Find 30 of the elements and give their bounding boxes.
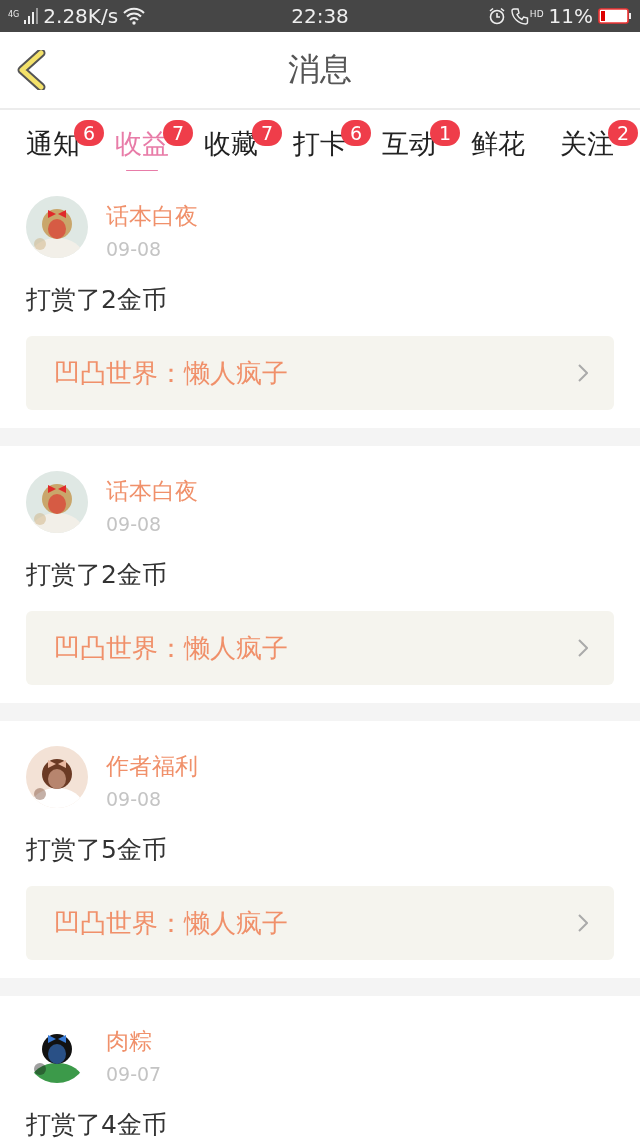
message-text: 打赏了2金币	[26, 284, 168, 316]
network-speed: 2.28K/s	[43, 4, 119, 28]
user-name[interactable]: 作者福利	[106, 751, 198, 782]
user-name[interactable]: 肉粽	[106, 1026, 162, 1057]
tab[interactable]: 鲜花	[471, 110, 525, 171]
message-text: 打赏了4金币	[26, 1109, 168, 1138]
story-link[interactable]: 凹凸世界：懒人疯子	[26, 611, 614, 685]
clock-time: 22:38	[291, 4, 349, 28]
user-name[interactable]: 话本白夜	[106, 201, 198, 232]
story-link[interactable]: 凹凸世界：懒人疯子	[26, 886, 614, 960]
message-date: 09-07	[106, 1063, 162, 1085]
signal-icon	[24, 8, 39, 24]
chevron-right-icon	[578, 364, 588, 382]
message-text: 打赏了2金币	[26, 559, 168, 591]
message-date: 09-08	[106, 788, 163, 810]
battery-icon	[598, 7, 632, 25]
user-name[interactable]: 话本白夜	[106, 476, 198, 507]
battery-percent: 11%	[548, 4, 593, 28]
message-text: 打赏了5金币	[26, 834, 168, 866]
chevron-right-icon	[578, 639, 588, 657]
story-link[interactable]: 凹凸世界：懒人疯子	[26, 336, 614, 410]
message-date: 09-08	[106, 238, 163, 260]
alarm-icon	[487, 7, 506, 25]
phone-icon	[510, 7, 529, 25]
chevron-right-icon	[578, 914, 588, 932]
hd-label: HD	[529, 9, 544, 19]
page-title: 消息	[288, 49, 352, 90]
message-date: 09-08	[106, 513, 163, 535]
network-type: 4G	[8, 10, 20, 19]
wifi-icon	[123, 7, 146, 25]
